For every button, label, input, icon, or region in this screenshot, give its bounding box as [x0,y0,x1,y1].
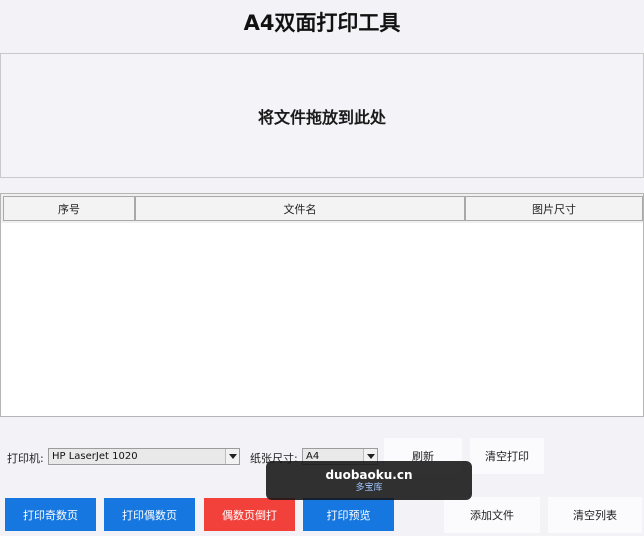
even-pages-reverse-button[interactable]: 偶数页倒打 [204,498,295,531]
column-header-image-size[interactable]: 图片尺寸 [465,196,643,221]
table-body [1,223,643,416]
printer-select-value: HP LaserJet 1020 [52,451,138,462]
watermark-overlay: duobaoku.cn 多宝库 [266,461,472,500]
print-even-pages-button[interactable]: 打印偶数页 [104,498,195,531]
watermark-domain: duobaoku.cn [325,467,413,482]
chevron-down-icon [225,449,239,464]
column-header-filename[interactable]: 文件名 [135,196,465,221]
printer-label: 打印机: [7,452,44,465]
clear-list-button[interactable]: 清空列表 [548,497,642,533]
drop-zone-hint: 将文件拖放到此处 [257,107,386,127]
watermark-brand: 多宝库 [355,482,383,493]
file-drop-zone[interactable]: 将文件拖放到此处 [0,53,644,178]
table-header: 序号 文件名 图片尺寸 [1,194,643,223]
column-header-index[interactable]: 序号 [3,196,135,221]
file-list-table[interactable]: 序号 文件名 图片尺寸 [0,193,644,417]
printer-select[interactable]: HP LaserJet 1020 [48,448,240,465]
app-title: A4双面打印工具 [243,11,401,35]
print-preview-button[interactable]: 打印预览 [303,498,394,531]
clear-print-button[interactable]: 清空打印 [470,438,544,474]
add-file-button[interactable]: 添加文件 [444,497,540,533]
print-odd-pages-button[interactable]: 打印奇数页 [5,498,96,531]
